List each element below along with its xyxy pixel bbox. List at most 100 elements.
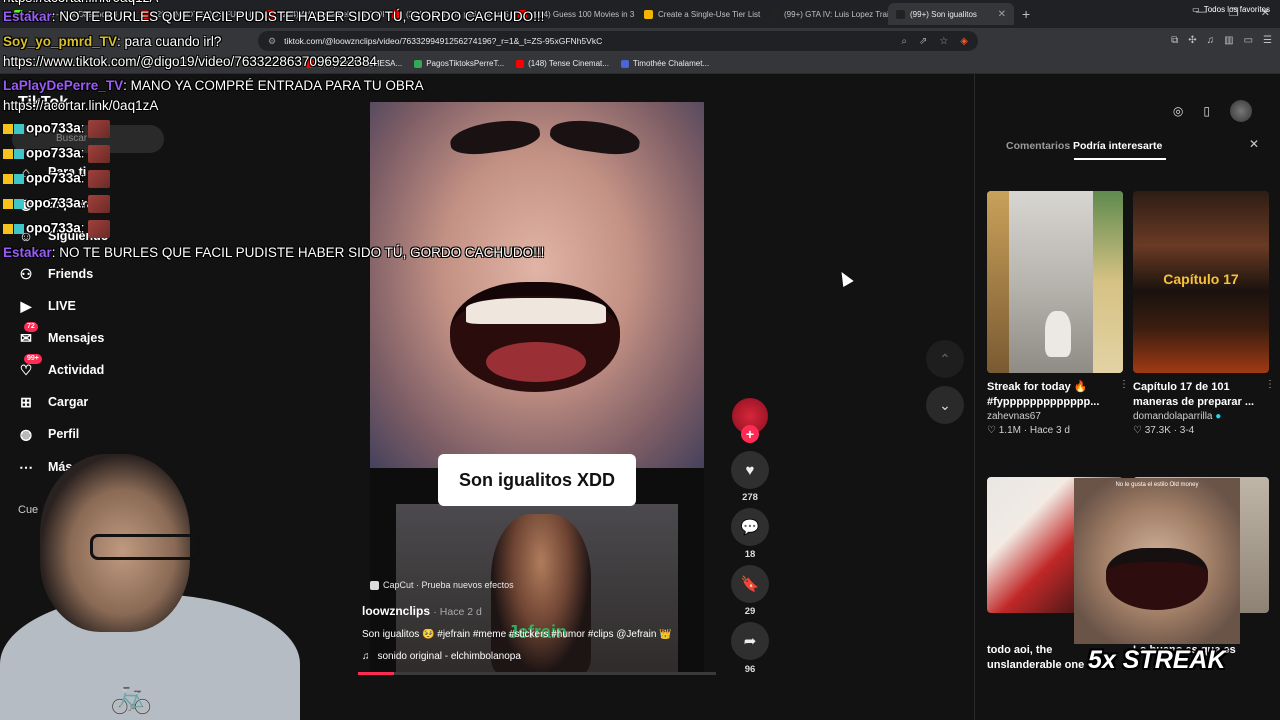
video-author[interactable]: loowznclips · Hace 2 d: [362, 604, 482, 618]
bookmark-label: (148) Tense Cinemat...: [528, 59, 609, 68]
author-name[interactable]: loowznclips: [362, 604, 430, 618]
sound-name[interactable]: sonido original - elchimbolanopa: [378, 651, 521, 662]
chat-username: LaPlayDePerre_TV: [3, 78, 124, 93]
chat-username: opo733a: [26, 170, 81, 186]
sidebar-icon[interactable]: ▥: [1224, 35, 1233, 46]
browser-tab[interactable]: Create a Single-Use Tier List (F...: [636, 3, 762, 25]
video-sound[interactable]: ♫ sonido original - elchimbolanopa: [362, 651, 521, 662]
video-progress-bar[interactable]: [358, 672, 716, 675]
bookmark-item[interactable]: Timothée Chalamet...: [615, 59, 715, 68]
url-bar[interactable]: ⚙ tiktok.com/@loowznclips/video/76332994…: [258, 31, 978, 51]
media-icon[interactable]: ♫: [1207, 35, 1215, 46]
card-more-icon[interactable]: ⋮: [1119, 379, 1129, 390]
nav-item-message[interactable]: ✉ 72 Mensajes: [18, 322, 105, 346]
card-stats: ♡ 37.3K · 3-4: [1133, 425, 1195, 436]
subscriber-badge-icon: [14, 199, 24, 209]
close-panel-icon[interactable]: ✕: [1249, 137, 1259, 151]
comment-icon: 💬: [740, 519, 760, 536]
related-video-card[interactable]: Capítulo 17 Capítulo 17 de 101 maneras d…: [1133, 191, 1275, 436]
reaction-title: No le gusta el estilo Old money: [1115, 482, 1199, 488]
new-tab-icon[interactable]: +: [1022, 6, 1030, 22]
like-button[interactable]: ♥: [731, 451, 769, 489]
video-description: Son igualitos 🥺 #jefrain #meme #stickers…: [362, 629, 672, 640]
video-thumbnail[interactable]: [987, 191, 1123, 373]
chat-message: LaPlayDePerre_TV: MANO YA COMPRÉ ENTRADA…: [3, 78, 424, 93]
nav-item-profile[interactable]: ◍ Perfil: [18, 426, 79, 442]
puzzle-icon[interactable]: ✣: [1188, 35, 1196, 46]
tab-comments[interactable]: Comentarios: [1006, 140, 1070, 152]
tab-favicon-icon: [770, 9, 779, 19]
nav-item-upload[interactable]: ⊞ Cargar: [18, 394, 88, 410]
share-arrow-icon: ➦: [743, 633, 757, 650]
video-thumbnail[interactable]: Capítulo 17: [1133, 191, 1269, 373]
close-tab-icon[interactable]: ✕: [998, 9, 1006, 20]
url-text[interactable]: tiktok.com/@loowznclips/video/7633299491…: [284, 36, 602, 46]
crown-badge-icon: [3, 124, 13, 134]
chat-message: https://acortar.link/0aq1zA: [3, 0, 158, 5]
chat-username: Estakar: [3, 9, 52, 24]
card-author[interactable]: domandolaparrilla ●: [1133, 411, 1269, 422]
next-video-button[interactable]: ⌄: [926, 386, 964, 424]
tab-related[interactable]: Podría interesarte: [1073, 140, 1162, 152]
chat-text: :: [80, 170, 85, 186]
share-button[interactable]: ➦: [731, 622, 769, 660]
nav-item-friends[interactable]: ⚇ Friends: [18, 266, 93, 282]
video-caption: Son igualitos XDD: [438, 454, 636, 506]
browser-tab[interactable]: (99+) GTA IV: Luis Lopez Trailer...: [762, 3, 888, 25]
chat-message: Estakar: NO TE BURLES QUE FACIL PUDISTE …: [3, 245, 544, 260]
bookmark-item[interactable]: (148) Tense Cinemat...: [510, 59, 615, 68]
related-video-card[interactable]: Streak for today 🔥 #fyppppppppppppp... z…: [987, 191, 1129, 436]
card-title[interactable]: Streak for today 🔥 #fyppppppppppppp...: [987, 380, 1123, 410]
url-actions: ⌕ ⇗ ☆ ◈: [901, 36, 978, 47]
bookmark-icon: 🔖: [740, 576, 760, 593]
live-icon: ▶: [20, 297, 32, 314]
nav-item-live[interactable]: ▶ LIVE: [18, 298, 76, 314]
phone-icon[interactable]: ▯: [1203, 104, 1210, 118]
thumb-text: Capítulo 17: [1163, 271, 1239, 287]
all-bookmarks[interactable]: ▭ Todos los favoritos: [1192, 5, 1270, 14]
menu-icon[interactable]: ☰: [1263, 35, 1272, 46]
follow-plus-icon[interactable]: +: [741, 425, 759, 443]
crown-badge-icon: [3, 224, 13, 234]
user-avatar[interactable]: [1230, 100, 1252, 122]
share-icon[interactable]: ⇗: [919, 36, 927, 47]
extension-icon[interactable]: ⧉: [1171, 35, 1178, 46]
card-author[interactable]: zahevnas67: [987, 411, 1123, 422]
site-info-icon[interactable]: ⚙: [268, 36, 276, 47]
bookmark-item[interactable]: PagosTiktoksPerreT...: [408, 59, 510, 68]
nav-item-label: Cargar: [48, 395, 89, 409]
video-time: · Hace 2 d: [433, 606, 482, 618]
card-more-icon[interactable]: ⋮: [1265, 379, 1275, 390]
previous-video-button[interactable]: ⌃: [926, 340, 964, 378]
save-button[interactable]: 🔖: [731, 565, 769, 603]
comment-count: 18: [744, 549, 756, 560]
verified-icon: ●: [1215, 411, 1222, 422]
crown-badge-icon: [3, 149, 13, 159]
card-author-name[interactable]: domandolaparrilla: [1133, 411, 1213, 422]
chat-emote-icon: [87, 195, 110, 213]
card-title[interactable]: Capítulo 17 de 101 maneras de preparar .…: [1133, 380, 1269, 410]
video-frame-face: [370, 102, 704, 468]
nav-item-activity[interactable]: ♡ 99+ Actividad: [18, 354, 104, 378]
chat-text: : MANO YA COMPRÉ ENTRADA PARA TU OBRA: [123, 78, 424, 93]
wallet-icon[interactable]: ▭: [1244, 35, 1253, 46]
chat-emote-icon: [87, 220, 110, 238]
tab-favicon-icon: [644, 9, 653, 19]
capcut-tag[interactable]: CapCut · Prueba nuevos efectos: [370, 580, 514, 590]
chat-text: :: [80, 120, 85, 136]
comment-button[interactable]: 💬: [731, 508, 769, 546]
notification-badge: 72: [24, 322, 38, 332]
chat-message: https://acortar.link/0aq1zA: [3, 98, 158, 113]
zoom-icon[interactable]: ⌕: [901, 36, 907, 47]
bookmark-star-icon[interactable]: ☆: [939, 36, 948, 47]
heart-icon: ♥: [745, 461, 755, 479]
compass-icon[interactable]: ◎: [1173, 104, 1183, 118]
brave-shield-icon[interactable]: ◈: [960, 36, 968, 47]
chat-username: Estakar: [3, 245, 52, 260]
browser-tab[interactable]: (99+) Son igualitos ✕: [888, 3, 1014, 25]
panel-header-icons: ◎ ▯: [1173, 100, 1252, 122]
nav-item-label: Mensajes: [48, 331, 105, 345]
all-bookmarks-label: Todos los favoritos: [1203, 5, 1270, 14]
chat-text: :: [80, 195, 85, 211]
card-stats: ♡ 1.1M · Hace 3 d: [987, 425, 1070, 436]
